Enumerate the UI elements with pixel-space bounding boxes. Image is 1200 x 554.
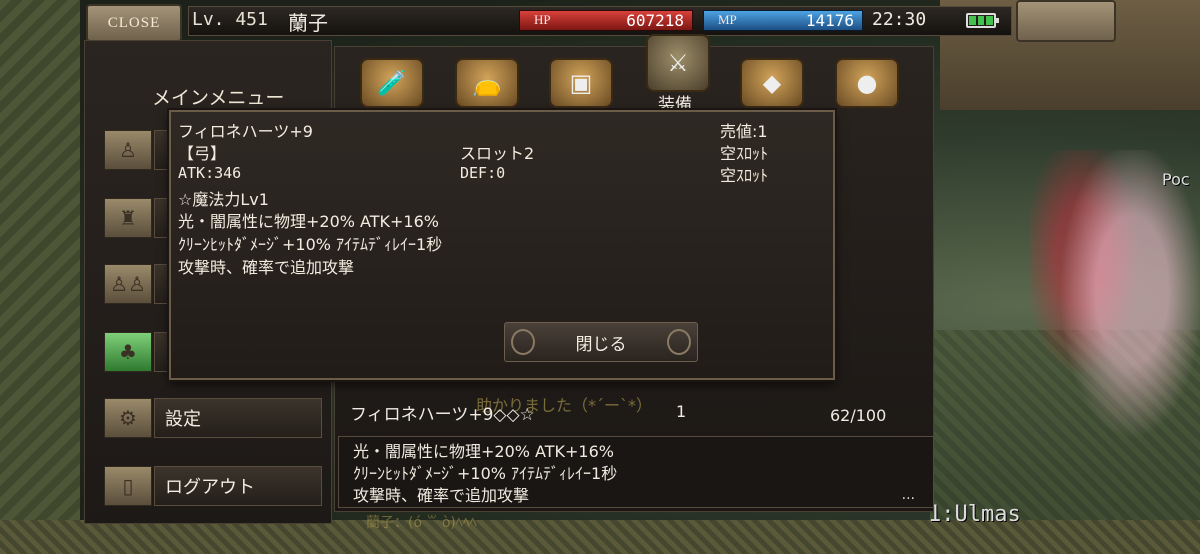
item-effect: 光・闇属性に物理+20% ATK+16% — [178, 212, 439, 231]
inventory-item-name[interactable]: フィロネハーツ+9◇◇☆ — [350, 400, 535, 425]
island-icon: ♣ — [104, 332, 152, 372]
hp-label: HP — [534, 12, 551, 27]
clock: 22:30 — [872, 9, 927, 30]
player-name: 蘭子 — [288, 11, 328, 35]
dialog-close-button[interactable]: 閉じる — [504, 322, 698, 362]
pouch-icon[interactable]: 👝 — [455, 58, 519, 108]
item-slot-2: 空ｽﾛｯﾄ — [720, 166, 769, 185]
item-description-box: 光・闇属性に物理+20% ATK+16% ｸﾘｰﾝﾋｯﾄﾀﾞﾒｰｼﾞ+10% ｱ… — [338, 436, 934, 508]
group-icon: ♙♙ — [104, 264, 152, 304]
main-menu-title: メインメニュー — [152, 87, 285, 109]
potion-icon[interactable]: 🧪 — [360, 58, 424, 108]
inventory-item-count: 1 — [676, 402, 687, 421]
menu-item-logout[interactable]: ▯ ログアウト — [104, 466, 322, 506]
scene-background-left — [0, 0, 80, 554]
crystal-icon[interactable]: ◆ — [740, 58, 804, 108]
ornament-icon — [667, 329, 691, 355]
item-effect: 攻撃時、確率で追加攻撃 — [178, 258, 355, 277]
menu-item-settings[interactable]: ⚙ 設定 — [104, 398, 322, 438]
description-line: 光・闇属性に物理+20% ATK+16% — [353, 442, 614, 461]
close-button[interactable]: CLOSE — [86, 4, 182, 42]
battery-cell — [986, 16, 994, 25]
description-line: ｸﾘｰﾝﾋｯﾄﾀﾞﾒｰｼﾞ+10% ｱｲﾃﾑﾃﾞｨﾚｲｰ1秒 — [353, 464, 618, 483]
item-name: フィロネハーツ+9 — [178, 122, 313, 141]
battery-cell — [969, 16, 976, 25]
top-ornament — [1016, 0, 1116, 42]
mp-value: 14176 — [805, 11, 854, 30]
bag-icon: ♜ — [104, 198, 152, 238]
battery-cell — [977, 16, 985, 25]
item-atk: ATK:346 — [178, 164, 242, 182]
item-effect: ｸﾘｰﾝﾋｯﾄﾀﾞﾒｰｼﾞ+10% ｱｲﾃﾑﾃﾞｨﾚｲｰ1秒 — [178, 235, 443, 254]
settings-icon: ⚙ — [104, 398, 152, 438]
item-sell-price: 売値:1 — [720, 122, 768, 141]
menu-item-label: 設定 — [154, 398, 322, 438]
sword-icon[interactable]: ⚔ — [646, 34, 710, 92]
chest-icon[interactable]: ▣ — [549, 58, 613, 108]
hp-bar: HP 607218 — [519, 10, 693, 31]
orb-icon[interactable]: ● — [835, 58, 899, 108]
item-slot-count: スロット2 — [460, 144, 535, 163]
description-line: 攻撃時、確率で追加攻撃 — [353, 486, 530, 505]
hp-value: 607218 — [626, 11, 684, 30]
item-enchant: ☆魔法力Lv1 — [178, 190, 269, 209]
person-icon: ♙ — [104, 130, 152, 170]
scene-characters — [1030, 150, 1200, 500]
mp-bar: MP 14176 — [703, 10, 863, 31]
battery-icon — [966, 13, 999, 28]
player-tag: 1:Ulmas — [928, 502, 1021, 527]
dialog-close-label: 閉じる — [575, 334, 627, 355]
menu-item-label: ログアウト — [154, 466, 322, 506]
item-type: 【弓】 — [178, 144, 227, 163]
inventory-capacity: 62/100 — [830, 406, 887, 425]
more-indicator[interactable]: ... — [902, 487, 915, 503]
ornament-icon — [511, 329, 535, 355]
mp-label: MP — [718, 12, 737, 27]
chat-message: 蘭子：(ó ꒳ ò)ﾍﾍﾍ — [366, 515, 477, 531]
item-slot-1: 空ｽﾛｯﾄ — [720, 144, 769, 163]
door-icon: ▯ — [104, 466, 152, 506]
top-status-bar: CLOSE Lv. 451 蘭子 HP 607218 MP 14176 22:3… — [0, 0, 1200, 42]
item-def: DEF:0 — [460, 164, 506, 182]
npc-name: Poc — [1162, 170, 1190, 189]
player-level: Lv. 451 — [192, 9, 268, 30]
